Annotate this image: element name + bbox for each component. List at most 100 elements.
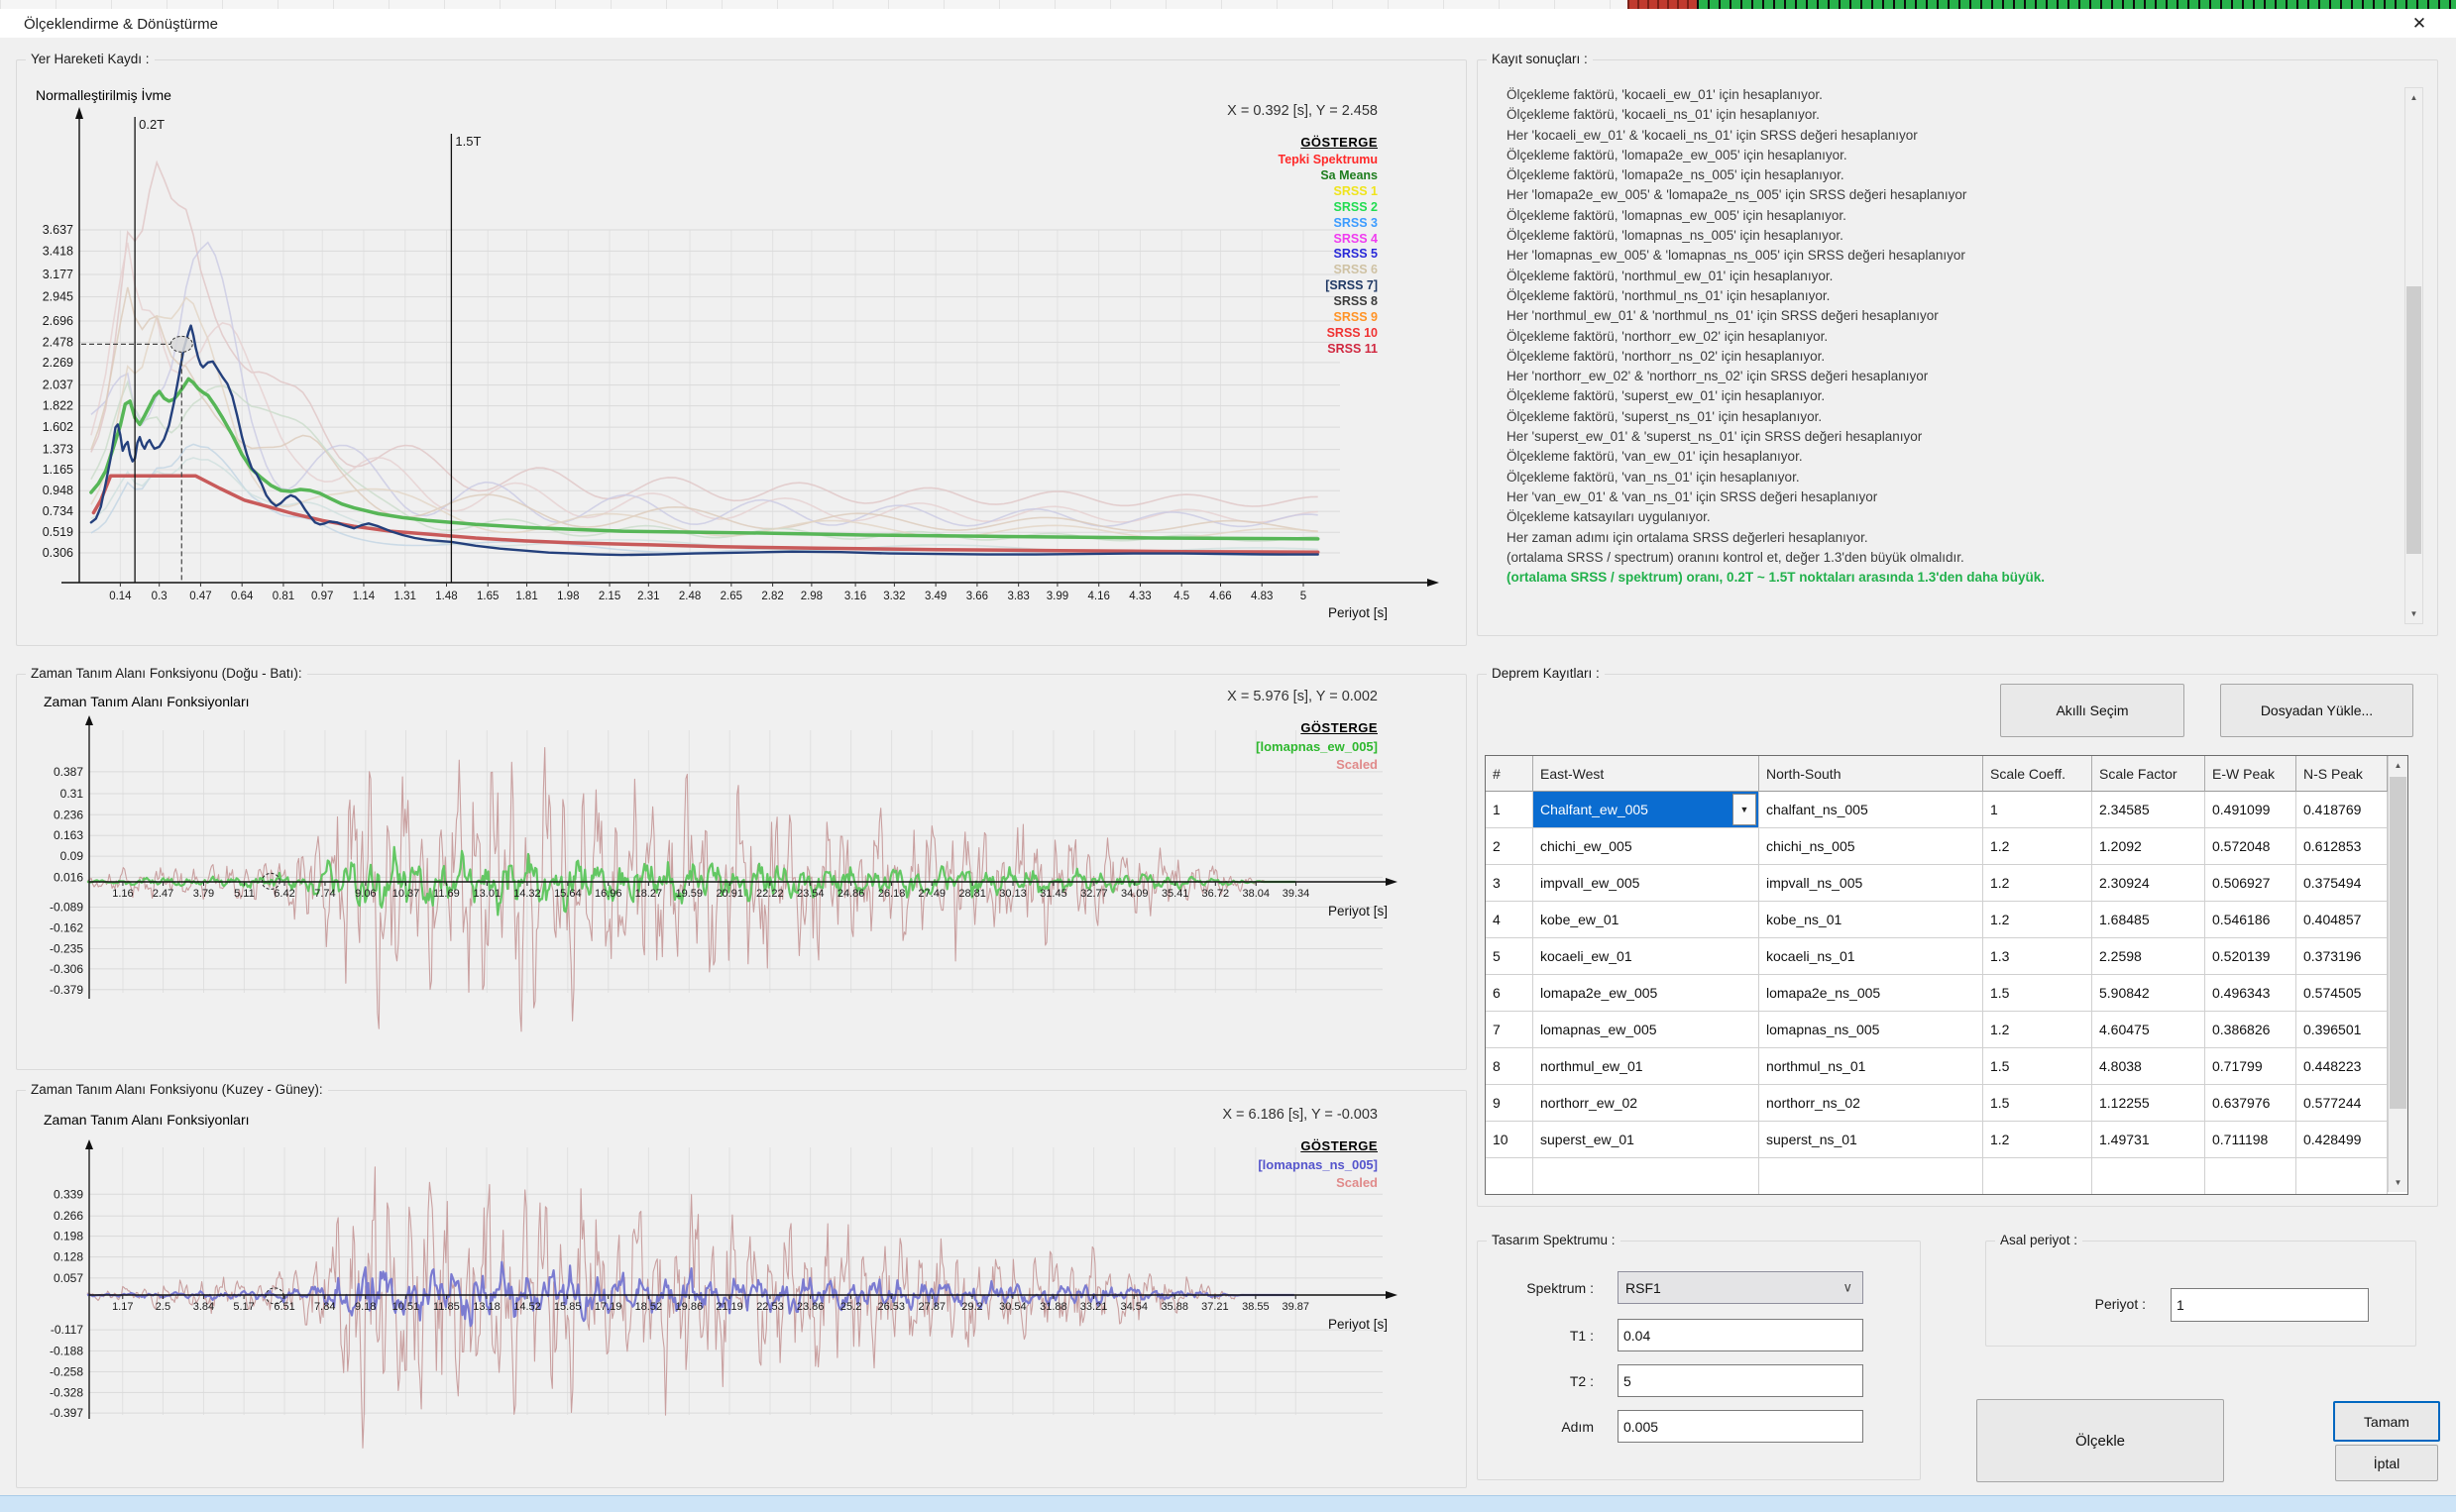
table-cell[interactable]: chalfant_ns_005 [1759,792,1983,828]
table-cell[interactable]: kobe_ns_01 [1759,902,1983,938]
table-cell[interactable]: 0.375494 [2296,865,2388,902]
table-cell[interactable]: 6 [1486,975,1533,1012]
table-cell[interactable]: kocaeli_ew_01 [1533,938,1759,975]
table-cell[interactable]: 1 [1983,792,2092,828]
table-cell[interactable]: 8 [1486,1048,1533,1085]
table-row[interactable]: 3impvall_ew_005impvall_ns_0051.22.309240… [1486,865,2407,902]
period-field[interactable] [2171,1288,2369,1322]
table-cell[interactable]: lomapa2e_ew_005 [1533,975,1759,1012]
legend-item[interactable]: SRSS 2 [1279,200,1378,216]
table-cell[interactable]: 0.448223 [2296,1048,2388,1085]
table-cell[interactable]: 7 [1486,1012,1533,1048]
t2-field[interactable] [1618,1364,1863,1397]
legend-item[interactable]: SRSS 1 [1279,184,1378,200]
legend-item[interactable]: SRSS 3 [1279,216,1378,232]
table-cell[interactable]: 2.30924 [2092,865,2205,902]
table-cell[interactable]: northorr_ns_02 [1759,1085,1983,1122]
table-row[interactable]: 1Chalfant_ew_005▼chalfant_ns_00512.34585… [1486,792,2407,828]
legend-item[interactable]: [SRSS 7] [1279,278,1378,294]
table-header-cell[interactable]: East-West [1533,756,1759,792]
record-combo-arrow-icon[interactable]: ▼ [1732,794,1756,825]
table-cell[interactable]: 5.90842 [2092,975,2205,1012]
legend-item[interactable]: SRSS 10 [1279,326,1378,342]
scroll-down-icon[interactable]: ▼ [2389,1173,2407,1192]
table-cell[interactable]: kobe_ew_01 [1533,902,1759,938]
table-cell[interactable]: 0.373196 [2296,938,2388,975]
legend-item[interactable]: SRSS 11 [1279,342,1378,358]
table-cell[interactable]: 1.12255 [2092,1085,2205,1122]
table-cell[interactable]: 3 [1486,865,1533,902]
table-row[interactable]: 5kocaeli_ew_01kocaeli_ns_011.32.25980.52… [1486,938,2407,975]
cancel-button[interactable]: İptal [2335,1445,2438,1481]
table-cell[interactable]: 1.49731 [2092,1122,2205,1158]
records-table[interactable]: #East-WestNorth-SouthScale Coeff.Scale F… [1485,755,2408,1195]
legend-item[interactable]: [lomapnas_ns_005] [1258,1156,1378,1174]
legend-item[interactable]: SRSS 8 [1279,294,1378,310]
table-scrollbar[interactable]: ▲▼ [2388,756,2407,1192]
table-cell[interactable]: 0.711198 [2205,1122,2296,1158]
table-cell[interactable]: Chalfant_ew_005▼ [1533,792,1759,828]
table-cell[interactable]: 0.546186 [2205,902,2296,938]
legend-item[interactable]: Scaled [1256,756,1378,774]
table-cell[interactable]: 0.612853 [2296,828,2388,865]
table-cell[interactable]: 0.572048 [2205,828,2296,865]
table-cell[interactable]: 0.496343 [2205,975,2296,1012]
table-cell[interactable]: 1.2092 [2092,828,2205,865]
legend-item[interactable]: SRSS 6 [1279,263,1378,278]
table-cell[interactable]: 1.3 [1983,938,2092,975]
legend-item[interactable]: SRSS 9 [1279,310,1378,326]
table-cell[interactable]: chichi_ns_005 [1759,828,1983,865]
table-cell[interactable]: 4.8038 [2092,1048,2205,1085]
legend-item[interactable]: SRSS 5 [1279,247,1378,263]
table-cell[interactable]: 0.637976 [2205,1085,2296,1122]
table-cell[interactable]: 0.491099 [2205,792,2296,828]
table-cell[interactable]: 1.68485 [2092,902,2205,938]
table-row[interactable]: 4kobe_ew_01kobe_ns_011.21.684850.5461860… [1486,902,2407,938]
table-row[interactable]: 6lomapa2e_ew_005lomapa2e_ns_0051.55.9084… [1486,975,2407,1012]
table-cell[interactable]: kocaeli_ns_01 [1759,938,1983,975]
table-header-cell[interactable]: Scale Coeff. [1983,756,2092,792]
table-row[interactable]: 7lomapnas_ew_005lomapnas_ns_0051.24.6047… [1486,1012,2407,1048]
table-cell[interactable]: lomapnas_ns_005 [1759,1012,1983,1048]
smart-select-button[interactable]: Akıllı Seçim [2000,684,2184,737]
table-cell[interactable]: northmul_ew_01 [1533,1048,1759,1085]
scale-button[interactable]: Ölçekle [1976,1399,2224,1482]
table-cell[interactable]: impvall_ew_005 [1533,865,1759,902]
table-cell[interactable]: 4 [1486,902,1533,938]
log-scrollbar[interactable]: ▲ ▼ [2404,87,2423,624]
table-cell[interactable]: northorr_ew_02 [1533,1085,1759,1122]
table-cell[interactable]: 0.404857 [2296,902,2388,938]
table-cell[interactable]: 1.5 [1983,1048,2092,1085]
table-cell[interactable]: 2.2598 [2092,938,2205,975]
t1-field[interactable] [1618,1319,1863,1351]
load-from-file-button[interactable]: Dosyadan Yükle... [2220,684,2413,737]
table-cell[interactable]: northmul_ns_01 [1759,1048,1983,1085]
table-cell[interactable]: 0.418769 [2296,792,2388,828]
step-field[interactable] [1618,1410,1863,1443]
table-cell[interactable]: superst_ns_01 [1759,1122,1983,1158]
table-cell[interactable]: 0.396501 [2296,1012,2388,1048]
table-header-cell[interactable]: E-W Peak [2205,756,2296,792]
table-header-cell[interactable]: North-South [1759,756,1983,792]
close-icon[interactable]: ✕ [2406,13,2432,35]
legend-item[interactable]: [lomapnas_ew_005] [1256,738,1378,756]
table-cell[interactable]: lomapnas_ew_005 [1533,1012,1759,1048]
table-cell[interactable]: 1.5 [1983,1085,2092,1122]
table-cell[interactable]: 0.428499 [2296,1122,2388,1158]
legend-item[interactable]: Scaled [1258,1174,1378,1192]
legend-item[interactable]: Tepki Spektrumu [1279,153,1378,168]
table-cell[interactable]: 1.2 [1983,1012,2092,1048]
table-cell[interactable]: 1.2 [1983,902,2092,938]
legend-item[interactable]: SRSS 4 [1279,232,1378,248]
scroll-up-icon[interactable]: ▲ [2405,88,2422,107]
table-cell[interactable]: 4.60475 [2092,1012,2205,1048]
table-cell[interactable]: 1.2 [1983,828,2092,865]
table-cell[interactable]: 0.71799 [2205,1048,2296,1085]
table-cell[interactable]: 1.2 [1983,865,2092,902]
table-cell[interactable]: impvall_ns_005 [1759,865,1983,902]
table-cell[interactable]: 2 [1486,828,1533,865]
table-cell[interactable]: 0.520139 [2205,938,2296,975]
table-cell[interactable]: 0.506927 [2205,865,2296,902]
table-row[interactable]: 10superst_ew_01superst_ns_011.21.497310.… [1486,1122,2407,1158]
legend-item[interactable]: Sa Means [1279,168,1378,184]
